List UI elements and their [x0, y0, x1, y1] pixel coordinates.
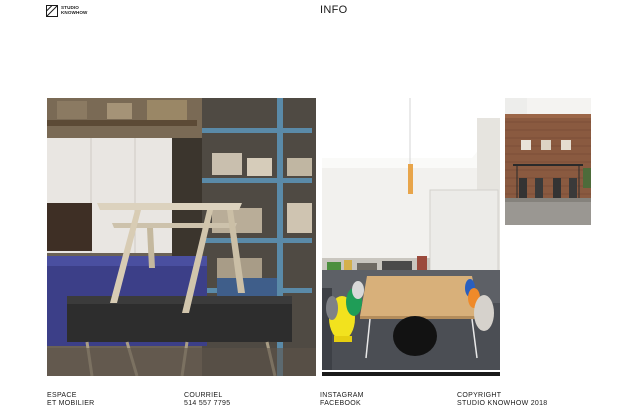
footer-space-label: ESPACE — [47, 392, 77, 399]
footer-col-social: INSTAGRAM FACEBOOK — [320, 392, 364, 408]
copyright-text: STUDIO KNOWHOW 2018 — [457, 400, 548, 408]
footer-furniture-label: ET MOBILIER — [47, 400, 95, 408]
dining-photo-image — [322, 98, 500, 370]
facebook-link[interactable]: FACEBOOK — [320, 400, 364, 408]
logo-link[interactable]: STUDIO KNOWHOW — [46, 5, 87, 17]
brick-photo-image — [505, 98, 591, 225]
footer-col-contact: COURRIEL 514 557 7795 — [184, 392, 230, 408]
gallery-photo-workshop[interactable] — [47, 98, 316, 376]
footer-col-space: ESPACE ET MOBILIER — [47, 392, 95, 408]
info-link[interactable]: INFO — [320, 4, 347, 16]
instagram-link[interactable]: INSTAGRAM — [320, 392, 364, 400]
phone-link[interactable]: 514 557 7795 — [184, 400, 230, 408]
logo-line2: KNOWHOW — [61, 10, 88, 15]
email-link[interactable]: COURRIEL — [184, 392, 230, 400]
gallery-photo-dining[interactable] — [322, 98, 500, 370]
workshop-photo-image — [47, 98, 316, 376]
footer-col-copyright: COPYRIGHT STUDIO KNOWHOW 2018 — [457, 392, 548, 408]
logo-wordmark: STUDIO KNOWHOW — [61, 5, 88, 16]
gallery-photo-brick[interactable] — [505, 98, 591, 225]
logo-icon — [46, 5, 58, 17]
copyright-label: COPYRIGHT — [457, 392, 502, 399]
photo-strip-divider — [322, 372, 500, 376]
